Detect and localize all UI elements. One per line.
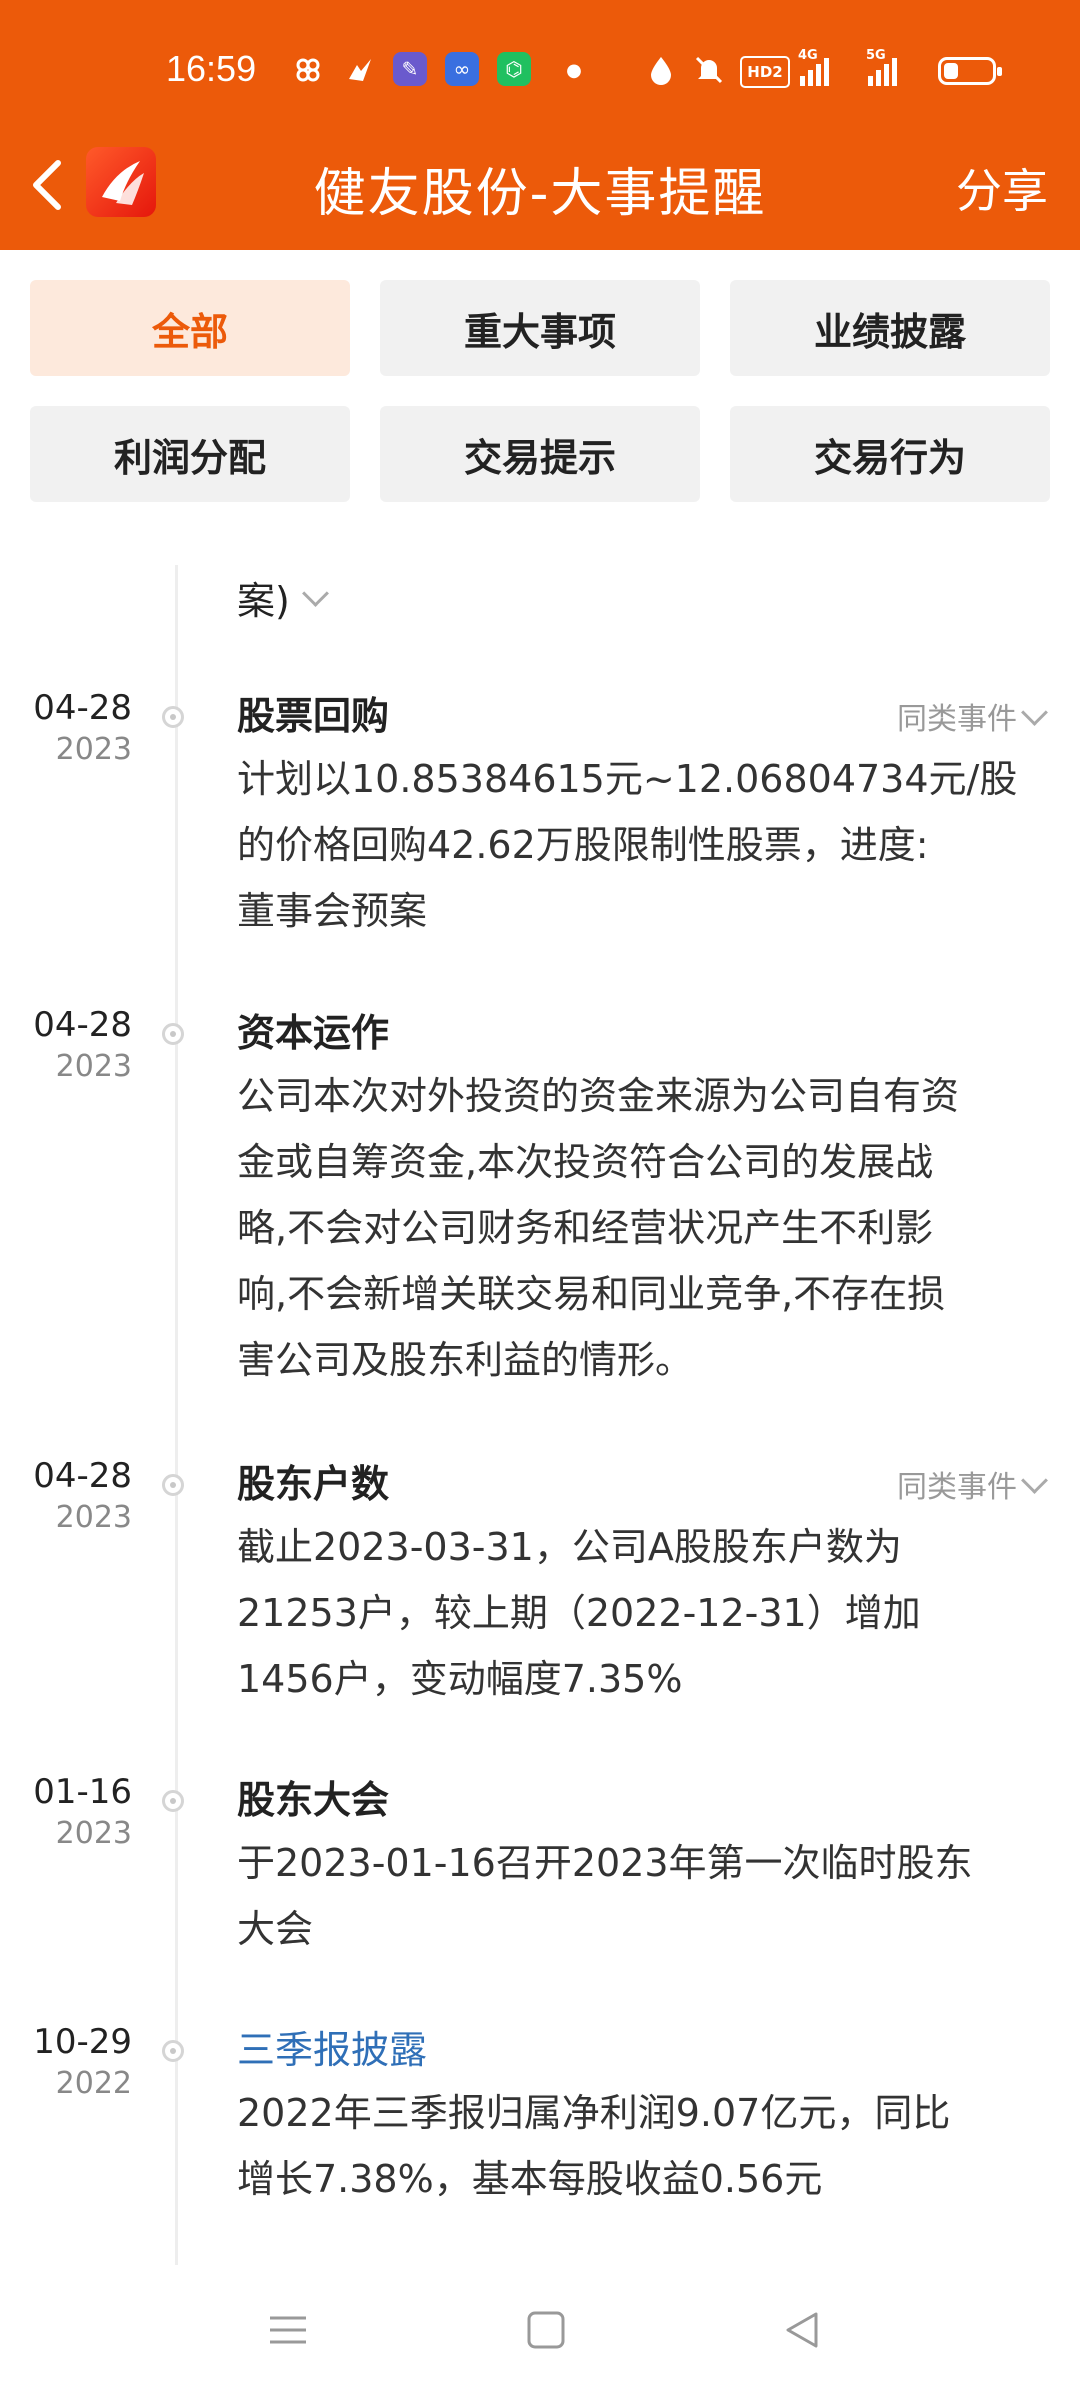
back-triangle-icon: [786, 2312, 818, 2348]
timeline-dot-icon: [162, 1790, 184, 1812]
page-title: 健友股份-大事提醒: [313, 164, 767, 224]
status-bar: 16:59 ✎ ∞ ⌬ ● HD2 4G 5G: [0, 40, 1080, 100]
timeline-line: [175, 565, 178, 2265]
similar-events-button[interactable]: 同类事件: [897, 694, 1048, 738]
event-title: 股票回购: [237, 694, 390, 738]
timeline-dot-icon: [162, 706, 184, 728]
battery-level: [944, 63, 958, 79]
signal-icon: 4G: [798, 48, 829, 86]
filter-trading-tips[interactable]: 交易提示: [380, 406, 700, 502]
more-notifications-icon: ●: [566, 59, 582, 81]
battery-icon: [938, 57, 1002, 85]
event-title: 股东户数: [237, 1462, 390, 1506]
signal-icon: 5G: [866, 48, 897, 86]
timeline-dot-icon: [162, 1023, 184, 1045]
event-description: 公司本次对外投资的资金来源为公司自有资 金或自筹资金,本次投资符合公司的发展战 …: [237, 1074, 960, 1382]
event-description: 2022年三季报归属净利润9.07亿元，同比 增长7.38%，基本每股收益0.5…: [237, 2091, 951, 2201]
app-notification-icon: ⌬: [497, 52, 531, 86]
previous-event-tail[interactable]: 案): [237, 570, 329, 625]
event-description: 截止2023-03-31，公司A股股东户数为 21253户，较上期（2022-1…: [237, 1525, 921, 1701]
event-date: 10-29 2022: [33, 2022, 132, 2101]
mute-icon: [691, 52, 727, 88]
event-date: 04-28 2023: [33, 1456, 132, 1535]
status-time: 16:59: [166, 48, 257, 89]
home-button[interactable]: [526, 2310, 566, 2354]
hd-icon: HD2: [740, 56, 790, 88]
event-date: 04-28 2023: [33, 1005, 132, 1084]
event-description: 计划以10.85384615元~12.06804734元/股 的价格回购42.6…: [237, 757, 1018, 933]
app-notification-icon: [290, 52, 326, 88]
event-description: 于2023-01-16召开2023年第一次临时股东 大会: [237, 1841, 973, 1951]
nav-row: 健友股份-大事提醒 分享: [0, 135, 1080, 235]
filter-earnings-disclosure[interactable]: 业绩披露: [730, 280, 1050, 376]
menu-icon: [270, 2316, 306, 2344]
back-nav-button[interactable]: [782, 2310, 822, 2354]
event-title: 股东大会: [237, 1778, 390, 1822]
timeline-dot-icon: [162, 1474, 184, 1496]
share-button[interactable]: 分享: [956, 155, 1048, 221]
event-title: 资本运作: [237, 1011, 390, 1055]
home-icon: [527, 2311, 565, 2349]
event-title-link[interactable]: 三季报披露: [237, 2022, 427, 2078]
timeline-dot-icon: [162, 2040, 184, 2062]
similar-events-button[interactable]: 同类事件: [897, 1462, 1048, 1506]
app-notification-icon: ∞: [445, 52, 479, 86]
filter-trading-behavior[interactable]: 交易行为: [730, 406, 1050, 502]
menu-button[interactable]: [268, 2310, 308, 2354]
filter-all[interactable]: 全部: [30, 280, 350, 376]
event-date: 04-28 2023: [33, 688, 132, 767]
filter-major-events[interactable]: 重大事项: [380, 280, 700, 376]
app-notification-icon: ✎: [393, 52, 427, 86]
chevron-down-icon: [301, 580, 329, 607]
event-date: 01-16 2023: [33, 1772, 132, 1851]
system-nav-bar: [0, 2270, 1080, 2400]
chevron-down-icon: [1021, 698, 1048, 726]
app-header: 16:59 ✎ ∞ ⌬ ● HD2 4G 5G 健友股份-大事提醒 分享: [0, 0, 1080, 250]
water-drop-icon: [643, 52, 679, 88]
chevron-down-icon: [1021, 1466, 1048, 1494]
app-notification-icon: [342, 52, 378, 88]
filter-profit-distribution[interactable]: 利润分配: [30, 406, 350, 502]
